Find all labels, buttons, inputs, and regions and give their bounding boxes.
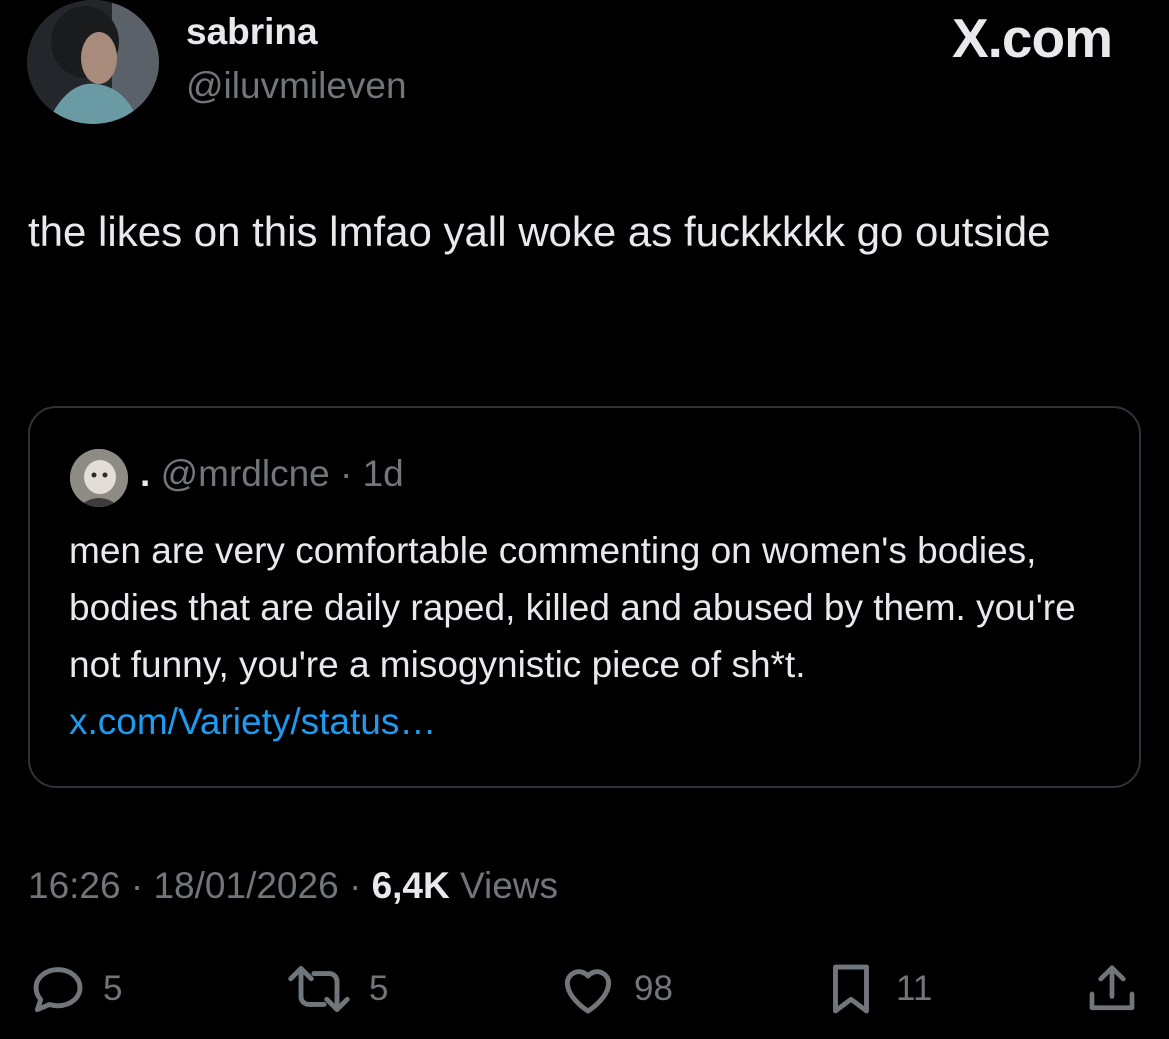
repost-button[interactable]: 5 <box>283 958 388 1020</box>
quote-avatar[interactable] <box>70 449 128 507</box>
quote-age[interactable]: 1d <box>363 453 404 494</box>
share-button[interactable] <box>1082 958 1142 1020</box>
quote-header: . @mrdlcne · 1d <box>140 452 404 496</box>
meta-separator: · <box>130 865 144 906</box>
quote-handle[interactable]: @mrdlcne <box>161 453 330 494</box>
tweet-date[interactable]: 18/01/2026 <box>153 865 338 906</box>
heart-icon <box>556 958 620 1020</box>
like-button[interactable]: 98 <box>556 958 673 1020</box>
x-logo: X.com <box>951 7 1113 69</box>
tweet-time[interactable]: 16:26 <box>28 865 121 906</box>
reply-count: 5 <box>103 969 123 1008</box>
quote-text: men are very comfortable commenting on w… <box>69 522 1129 750</box>
tweet-meta: 16:26 · 18/01/2026 · 6,4K Views <box>28 862 558 910</box>
quote-display-name[interactable]: . <box>140 453 150 494</box>
tweet-text: the likes on this lmfao yall woke as fuc… <box>28 208 1051 255</box>
bookmark-count: 11 <box>896 969 933 1008</box>
reply-button[interactable]: 5 <box>27 958 122 1020</box>
quote-link[interactable]: x.com/Variety/status… <box>69 701 436 742</box>
like-count: 98 <box>634 969 673 1008</box>
views-label: Views <box>460 865 559 906</box>
bookmark-icon <box>820 958 882 1020</box>
meta-separator: · <box>348 865 362 906</box>
bookmark-button[interactable]: 11 <box>820 958 932 1020</box>
views-count: 6,4K <box>371 865 450 906</box>
author-handle[interactable]: @iluvmileven <box>186 63 407 109</box>
quote-separator: · <box>340 453 353 494</box>
quote-body: men are very comfortable commenting on w… <box>69 530 1076 685</box>
repost-count: 5 <box>369 969 389 1008</box>
share-icon <box>1082 958 1142 1020</box>
repost-arrows-icon <box>283 958 355 1020</box>
comment-bubble-icon <box>27 958 89 1020</box>
quote-tweet-card[interactable]: . @mrdlcne · 1d men are very comfortable… <box>28 406 1141 788</box>
author-display-name[interactable]: sabrina <box>186 10 318 54</box>
author-avatar[interactable] <box>27 0 159 124</box>
